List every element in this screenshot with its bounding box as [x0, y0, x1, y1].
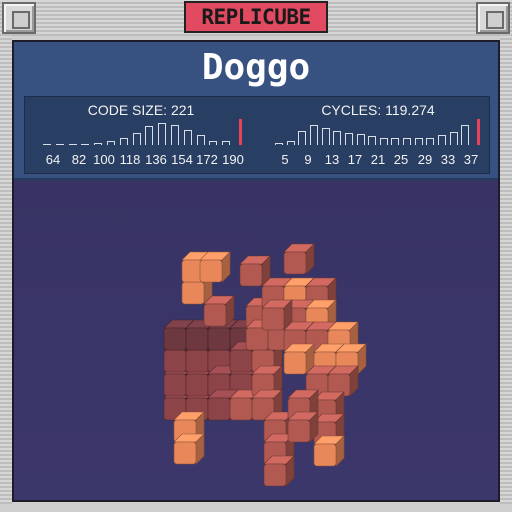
voxel-dog-model [163, 243, 367, 487]
voxel-cube [261, 299, 293, 331]
cycles-histogram [275, 119, 481, 145]
histogram-bar [298, 131, 306, 145]
voxel-cube [327, 365, 359, 397]
histogram-tick-label: 13 [324, 152, 340, 167]
histogram-tick-label: 29 [417, 152, 433, 167]
histogram-bar [197, 135, 205, 145]
histogram-tick-label: 136 [145, 152, 167, 167]
voxel-cube [283, 243, 315, 275]
histogram-tick-label: 5 [281, 152, 289, 167]
voxel-cube [287, 411, 319, 443]
window-close-button[interactable] [476, 2, 510, 34]
puzzle-name: Doggo [201, 47, 311, 88]
histogram-bar [310, 125, 318, 145]
histogram-bar [391, 138, 399, 145]
histogram-bar [461, 125, 469, 145]
window-square-icon [12, 11, 30, 29]
histogram-bar [415, 138, 423, 145]
stats-panel: CODE SIZE: 221 64 82 100 118 136 154 172 190 CY… [24, 96, 490, 174]
histogram-tick-label: 25 [393, 152, 409, 167]
histogram-bar [184, 130, 192, 145]
code-size-label: CODE SIZE: 221 [87, 102, 195, 118]
histogram-bar [158, 123, 166, 145]
histogram-bar [426, 138, 434, 145]
voxel-cube [263, 455, 295, 487]
voxel-cube [283, 343, 315, 375]
histogram-tick-label: 9 [304, 152, 312, 167]
histogram-bar [322, 128, 330, 145]
window-square-icon [486, 11, 504, 29]
voxel-scene[interactable] [14, 178, 498, 500]
histogram-tick-label: 154 [171, 152, 193, 167]
histogram-bar [56, 144, 64, 145]
histogram-bar [450, 132, 458, 145]
voxel-cube [203, 295, 235, 327]
window-menu-button[interactable] [2, 2, 36, 34]
histogram-tick-label: 100 [93, 152, 115, 167]
histogram-tick-label: 64 [45, 152, 61, 167]
histogram-bar [287, 141, 295, 145]
voxel-cube [239, 255, 271, 287]
histogram-bar [145, 126, 153, 145]
cycles-label: CYCLES: 119.274 [321, 102, 435, 118]
result-viewport: Doggo CODE SIZE: 221 64 82 100 118 136 154 172… [12, 40, 500, 502]
your-score-marker [477, 119, 480, 145]
histogram-tick-label: 172 [196, 152, 218, 167]
app-title: REPLICUBE [184, 1, 328, 33]
results-header: Doggo CODE SIZE: 221 64 82 100 118 136 154 172… [14, 42, 498, 180]
histogram-tick-label: 33 [440, 152, 456, 167]
app-window: REPLICUBE Doggo CODE SIZE: 221 64 82 100 11… [0, 0, 512, 512]
voxel-cube [199, 251, 231, 283]
histogram-bar [345, 133, 353, 145]
histogram-tick-label: 21 [370, 152, 386, 167]
histogram-bar [222, 141, 230, 145]
left-frame-border [0, 36, 12, 512]
histogram-bar [368, 136, 376, 145]
histogram-bar [333, 131, 341, 145]
histogram-bar [107, 141, 115, 145]
your-score-marker [239, 119, 242, 145]
histogram-tick-label: 37 [463, 152, 479, 167]
histogram-tick-label: 82 [71, 152, 87, 167]
histogram-bar [438, 135, 446, 145]
histogram-bar [120, 138, 128, 145]
histogram-bar [357, 134, 365, 145]
histogram-bar [81, 144, 89, 145]
histogram-tick-label: 118 [119, 152, 141, 167]
voxel-cube [313, 435, 345, 467]
histogram-bar [69, 144, 77, 145]
bottom-frame-border [0, 504, 512, 512]
histogram-bar [171, 125, 179, 145]
voxel-cube [173, 433, 205, 465]
histogram-bar [133, 133, 141, 145]
right-frame-border [500, 36, 512, 512]
histogram-bar [43, 144, 51, 145]
histogram-bar [403, 138, 411, 145]
code-size-histogram [43, 119, 243, 145]
histogram-bar [380, 138, 388, 145]
histogram-bar [209, 141, 217, 145]
histogram-tick-label: 190 [222, 152, 244, 167]
histogram-tick-label: 17 [347, 152, 363, 167]
histogram-bar [275, 143, 283, 145]
histogram-bar [94, 143, 102, 145]
